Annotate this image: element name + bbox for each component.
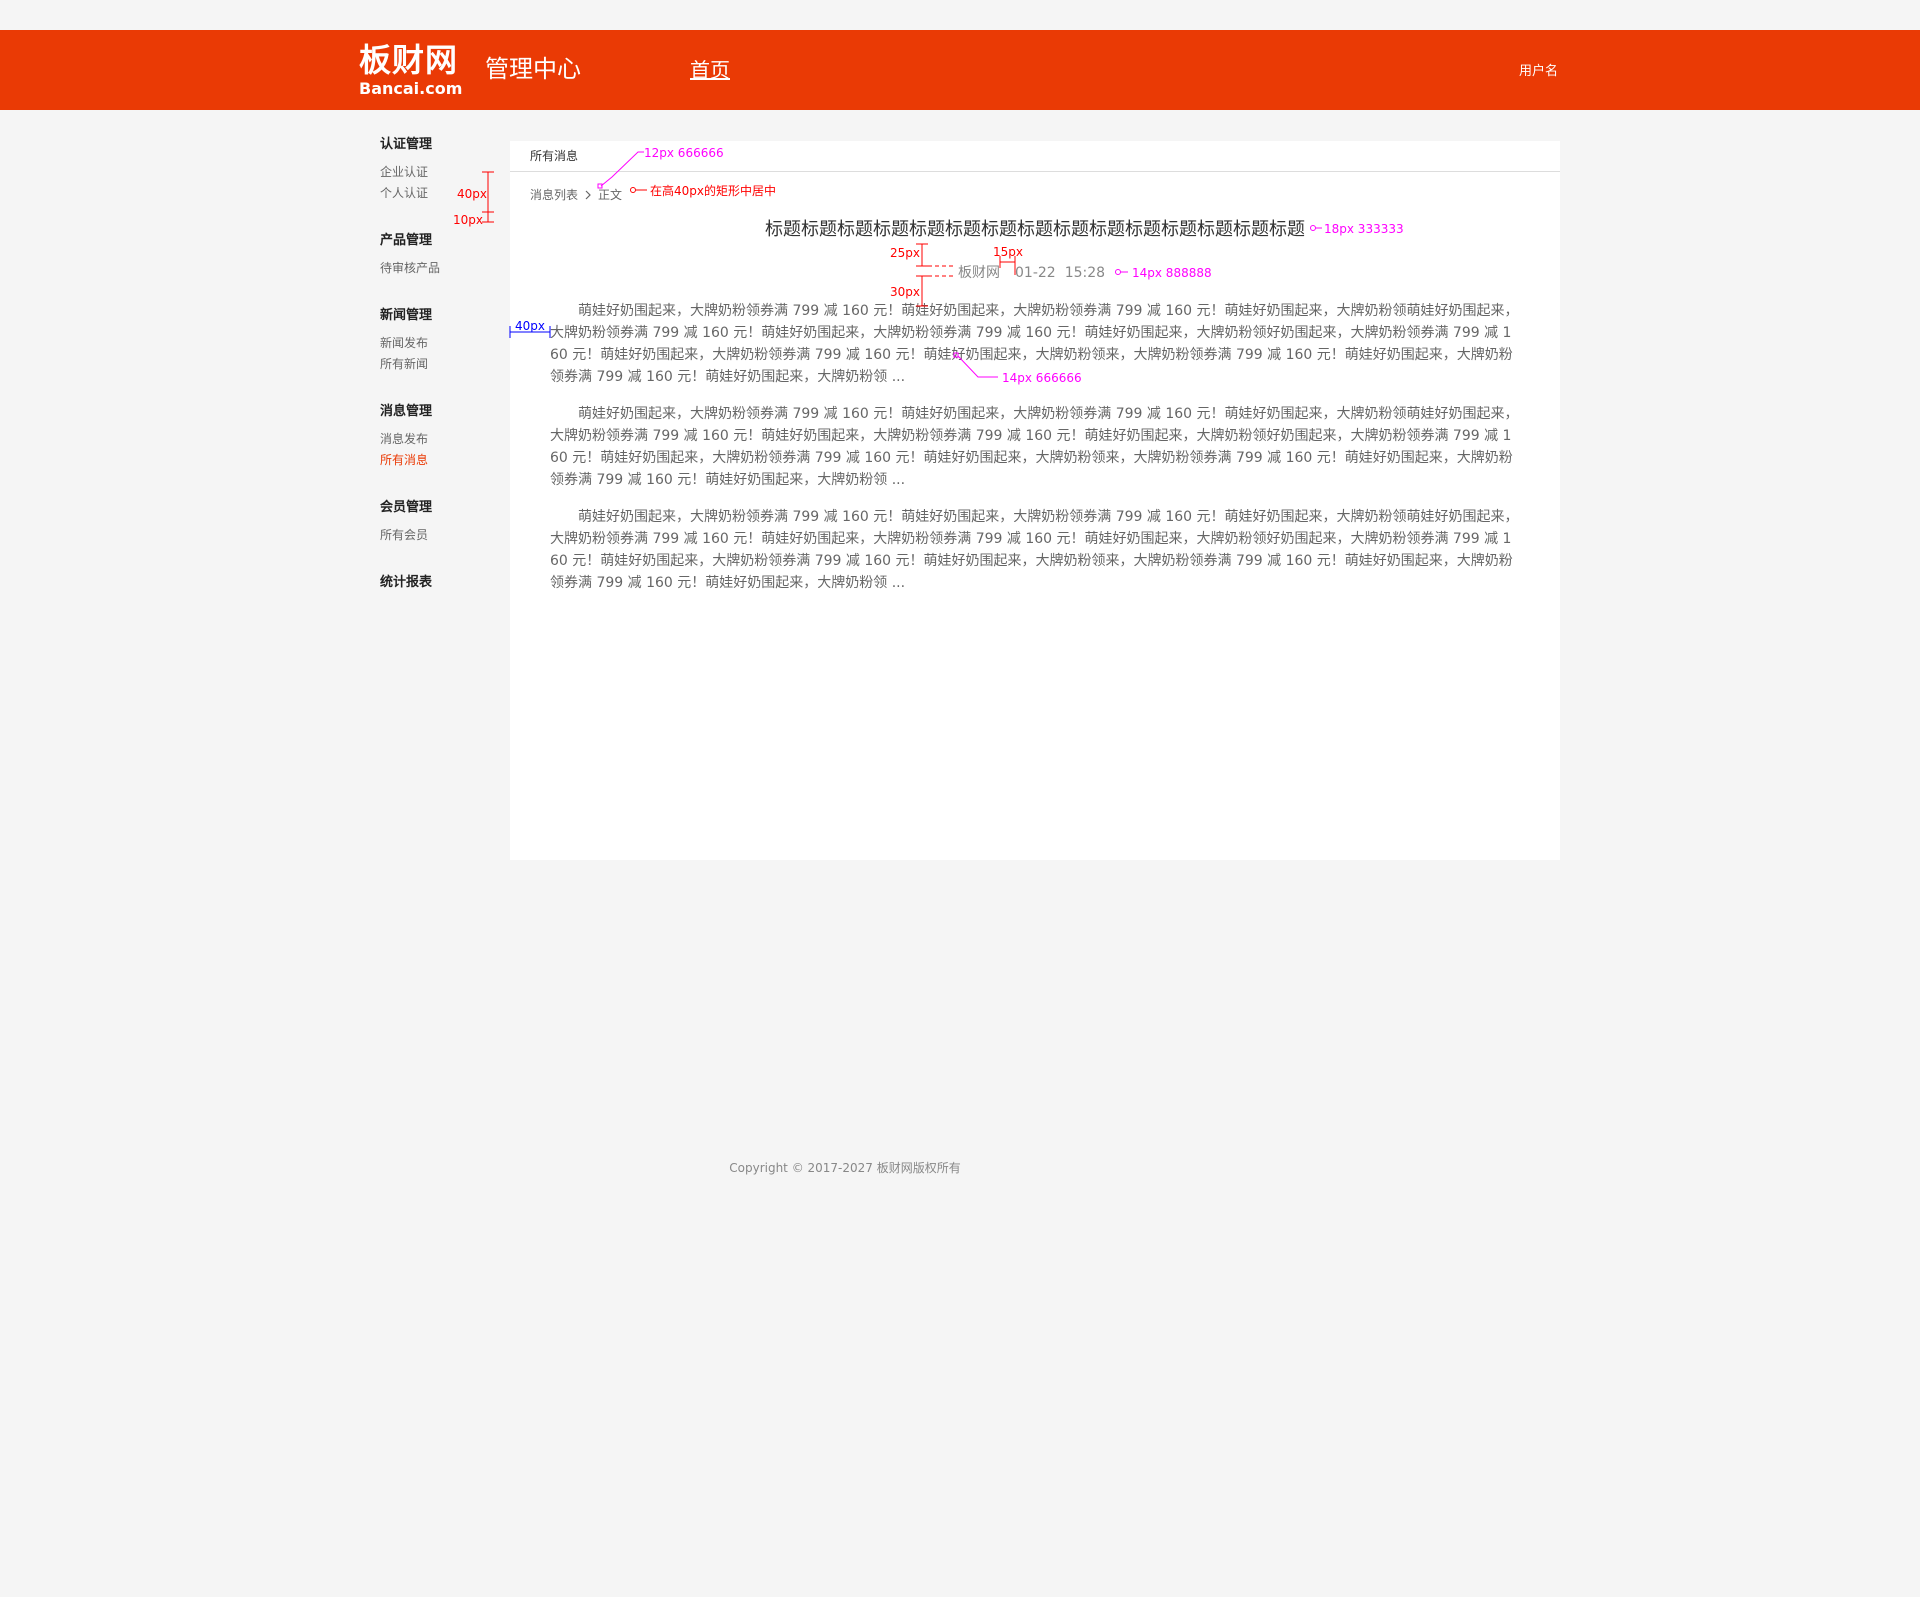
sidebar-group-certification: 认证管理 企业认证 个人认证 — [380, 136, 500, 218]
bancai-logo[interactable]: 板财网 Bancai.com — [359, 42, 462, 98]
sidebar-item-message-publish[interactable]: 消息发布 — [380, 429, 500, 450]
article-paragraph: 萌娃好奶围起来，大牌奶粉领券满 799 减 160 元！萌娃好奶围起来，大牌奶粉… — [550, 509, 1519, 591]
sidebar-group-title: 认证管理 — [380, 137, 433, 152]
article-meta: 板财网 01-22 15:28 — [958, 263, 1120, 283]
annotation-meta-font: 14px 888888 — [1132, 266, 1212, 280]
annotation-sidebar-40: 40px — [457, 187, 487, 201]
sidebar-item-pending-products[interactable]: 待审核产品 — [380, 258, 500, 279]
annotation-gap-25: 25px — [890, 246, 920, 260]
sidebar-item-all-members[interactable]: 所有会员 — [380, 525, 500, 546]
annotation-breadcrumb-note: 在高40px的矩形中居中 — [650, 184, 776, 198]
footer-copyright: Copyright © 2017-2027 板财网版权所有 — [729, 1161, 961, 1175]
sidebar-group-title: 产品管理 — [380, 233, 433, 248]
sidebar-group-members: 会员管理 所有会员 — [380, 499, 500, 560]
logo-chinese-text: 板财网 — [359, 41, 459, 79]
sidebar-group-messages: 消息管理 消息发布 所有消息 — [380, 403, 500, 485]
article-time: 15:28 — [1064, 265, 1106, 281]
breadcrumb-message-list[interactable]: 消息列表 — [530, 185, 578, 205]
main-panel: 所有消息 消息列表 正文 标题标题标题标题标题标题标题标题标题标题标题标题标题标… — [510, 141, 1560, 860]
article-body: 萌娃好奶围起来，大牌奶粉领券满 799 减 160 元！萌娃好奶围起来，大牌奶粉… — [550, 300, 1520, 609]
logo-english-text: Bancai.com — [359, 79, 463, 98]
sidebar-group-products: 产品管理 待审核产品 — [380, 232, 500, 293]
app-title: 管理中心 — [485, 55, 581, 83]
sidebar-item-statistics-reports[interactable]: 统计报表 — [380, 574, 500, 596]
article-source: 板财网 — [958, 265, 1000, 281]
article-date: 01-22 — [1015, 265, 1056, 281]
sidebar-item-news-publish[interactable]: 新闻发布 — [380, 333, 500, 354]
sidebar-item-enterprise-cert[interactable]: 企业认证 — [380, 162, 500, 183]
sidebar-group-title: 新闻管理 — [380, 308, 433, 323]
sidebar-group-title: 会员管理 — [380, 500, 433, 515]
annotation-tab-font: 12px 666666 — [644, 146, 724, 160]
panel-divider — [510, 171, 1560, 172]
sidebar-item-all-messages[interactable]: 所有消息 — [380, 450, 500, 471]
annotation-gap-30: 30px — [890, 285, 920, 299]
sidebar-item-all-news[interactable]: 所有新闻 — [380, 354, 500, 375]
breadcrumb: 消息列表 正文 — [530, 185, 622, 205]
nav-home-link[interactable]: 首页 — [690, 57, 730, 83]
annotation-title-font: 18px 333333 — [1324, 222, 1404, 236]
annotation-sidebar-10: 10px — [453, 213, 483, 227]
sidebar-group-title: 消息管理 — [380, 404, 433, 419]
sidebar-group-reports: 统计报表 — [380, 574, 500, 596]
annotation-body-font: 14px 666666 — [1002, 371, 1082, 385]
tab-all-messages[interactable]: 所有消息 — [530, 147, 578, 165]
sidebar-group-news: 新闻管理 新闻发布 所有新闻 — [380, 307, 500, 389]
sidebar: 认证管理 企业认证 个人认证 产品管理 待审核产品 新闻管理 新闻发布 所有新闻… — [380, 136, 500, 610]
chevron-right-icon — [580, 185, 596, 205]
article-paragraph: 萌娃好奶围起来，大牌奶粉领券满 799 减 160 元！萌娃好奶围起来，大牌奶粉… — [550, 406, 1519, 488]
top-header-bar: 板财网 Bancai.com 管理中心 首页 用户名 — [0, 30, 1920, 110]
annotation-gap-15: 15px — [993, 245, 1023, 259]
breadcrumb-current: 正文 — [598, 188, 623, 202]
annotation-indent-40: 40px — [515, 319, 545, 333]
username-link[interactable]: 用户名 — [1519, 63, 1558, 81]
